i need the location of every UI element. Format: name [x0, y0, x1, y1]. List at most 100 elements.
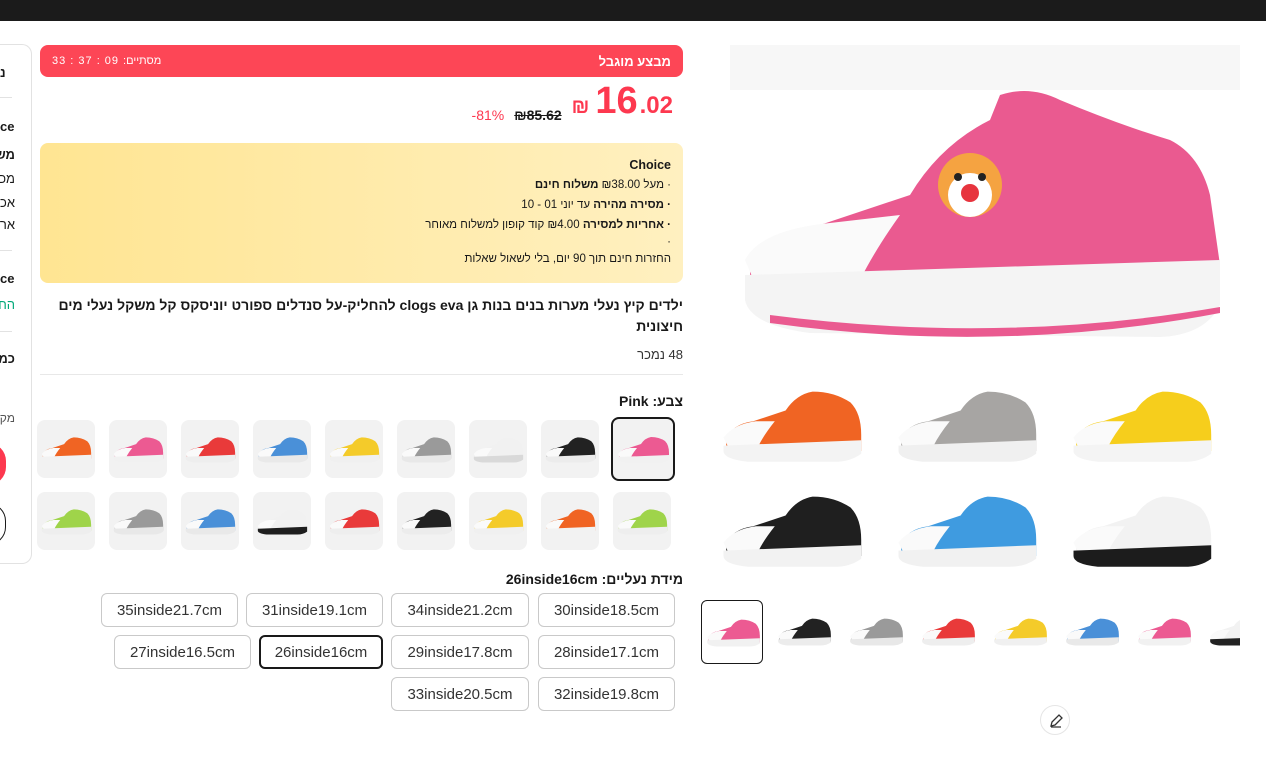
price-row: ₪ 16 .02 ₪85.62 -81%	[40, 77, 683, 137]
side-divider	[0, 250, 12, 251]
gallery-thumbnail[interactable]	[845, 600, 907, 664]
gallery-shoe	[1073, 496, 1212, 567]
size-option[interactable]: 31inside19.1cm	[246, 593, 383, 627]
benefit-text: · מעל ₪38.00	[598, 179, 671, 191]
side-text: אכ	[0, 195, 15, 210]
side-text: מכ	[0, 171, 15, 186]
deal-ends-label: מסתיים:	[123, 55, 162, 67]
gallery-shoe	[723, 391, 862, 462]
size-option[interactable]: 26inside16cm	[259, 635, 383, 669]
size-option[interactable]: 35inside21.7cm	[101, 593, 238, 627]
color-value: Pink	[619, 393, 649, 409]
product-title: ילדים קיץ נעלי מערות בנים בנות גן clogs …	[58, 297, 683, 334]
benefit-free-shipping: · מעל ₪38.00 משלוח חינם	[52, 175, 671, 195]
color-swatch-red2[interactable]	[325, 492, 383, 550]
product-info: מבצע מוגבל מסתיים: 33 : 37 : 09 ₪ 16 .02…	[37, 45, 683, 723]
original-price: ₪85.62	[514, 107, 562, 123]
sold-count: 48 נמכר	[637, 347, 683, 362]
choice-title: Choice	[629, 158, 671, 172]
price-decimal: .02	[639, 92, 673, 119]
gallery-shoe	[898, 496, 1037, 567]
color-swatch-orange[interactable]	[37, 420, 95, 478]
color-swatch-yellow[interactable]	[325, 420, 383, 478]
benefit-delivery-guarantee: · אחריות למסירה ₪4.00 קוד קופון למשלוח מ…	[52, 215, 671, 235]
color-swatch-grey[interactable]	[397, 420, 455, 478]
color-swatch-blue[interactable]	[253, 420, 311, 478]
size-option[interactable]: 33inside20.5cm	[391, 677, 529, 711]
deal-title: מבצע מוגבל	[598, 53, 671, 69]
deal-timer: מסתיים: 33 : 37 : 09	[52, 55, 161, 67]
color-swatch-lime2[interactable]	[37, 492, 95, 550]
thumbnail-strip	[700, 600, 1240, 666]
limited-deal-bar: מבצע מוגבל מסתיים: 33 : 37 : 09	[40, 45, 683, 77]
benefit-fast-delivery: · מסירה מהירה עד יוני 01 - 10	[52, 195, 671, 215]
gallery-thumbnail[interactable]	[917, 600, 979, 664]
hero-shoe	[745, 91, 1220, 337]
cart-side-panel: נ ce מש מכ אכ אר ce הח כמ מק	[0, 44, 32, 564]
size-option[interactable]: 29inside17.8cm	[391, 635, 529, 669]
benefit-bold: · אחריות למסירה	[582, 219, 671, 231]
side-text: הח	[0, 297, 15, 312]
gallery-thumbnail[interactable]	[701, 600, 763, 664]
color-swatch-yellow2[interactable]	[469, 492, 527, 550]
color-swatch-white[interactable]	[469, 420, 527, 478]
color-label: צבע: Pink	[40, 393, 683, 409]
benefit-text: עד יוני 01 - 10	[521, 199, 594, 211]
benefit-text: ₪4.00 קוד קופון למשלוח מאוחר	[425, 219, 583, 231]
gallery-thumbnail[interactable]	[989, 600, 1051, 664]
benefit-bold: משלוח חינם	[534, 179, 599, 191]
size-value: 26inside16cm	[505, 571, 598, 587]
color-swatch-pink[interactable]	[611, 417, 675, 481]
price-integer: 16	[595, 80, 638, 122]
size-label-text: מידת נעליים:	[601, 571, 683, 587]
side-text: ce	[0, 119, 15, 134]
main-product-image	[723, 45, 1240, 567]
gallery-thumbnail[interactable]	[1061, 600, 1123, 664]
discount-badge: -81%	[471, 107, 505, 123]
benefit-bold: · מסירה מהירה	[593, 199, 671, 211]
side-divider	[0, 97, 12, 98]
gallery-thumbnail[interactable]	[1205, 600, 1240, 664]
side-text: נ	[0, 65, 6, 80]
edit-icon[interactable]	[1040, 705, 1070, 735]
choice-benefits[interactable]: Choice · מעל ₪38.00 משלוח חינם · מסירה מ…	[40, 143, 683, 283]
color-swatch-orange2[interactable]	[541, 492, 599, 550]
currency-symbol: ₪	[571, 96, 590, 118]
size-option[interactable]: 30inside18.5cm	[538, 593, 675, 627]
color-swatch-red[interactable]	[181, 420, 239, 478]
buy-now-button[interactable]	[0, 443, 6, 485]
product-gallery[interactable]	[700, 45, 1240, 580]
size-option[interactable]: 32inside19.8cm	[538, 677, 675, 711]
divider	[40, 374, 683, 375]
gallery-thumbnail[interactable]	[773, 600, 835, 664]
color-swatch-grey2[interactable]	[109, 492, 167, 550]
top-bar	[0, 0, 1266, 21]
color-swatch-black[interactable]	[541, 420, 599, 478]
benefit-free-returns: החזרות חינם תוך 90 יום, בלי לשאול שאלות	[464, 253, 671, 265]
size-option[interactable]: 27inside16.5cm	[114, 635, 251, 669]
size-label: מידת נעליים: 26inside16cm	[40, 571, 683, 587]
color-swatch-white-black[interactable]	[253, 492, 311, 550]
size-option[interactable]: 34inside21.2cm	[391, 593, 529, 627]
countdown: 33 : 37 : 09	[52, 55, 120, 67]
color-swatches	[37, 417, 683, 557]
benefit-bullet: ·	[667, 236, 671, 248]
color-swatch-lime[interactable]	[613, 492, 671, 550]
gallery-shoe	[1073, 391, 1212, 462]
current-price: ₪ 16 .02	[572, 80, 673, 123]
side-text: כמ	[0, 351, 15, 366]
add-to-cart-button[interactable]	[0, 503, 6, 545]
size-option[interactable]: 28inside17.1cm	[538, 635, 675, 669]
gallery-thumbnail[interactable]	[1133, 600, 1195, 664]
color-swatch-black2[interactable]	[397, 492, 455, 550]
gallery-color-grid	[723, 391, 1212, 567]
gallery-shoe	[898, 391, 1037, 462]
color-label-text: צבע:	[652, 393, 683, 409]
gallery-shoe	[723, 496, 862, 567]
side-text: מש	[0, 147, 15, 162]
side-text: ce	[0, 271, 15, 286]
side-text: מק	[0, 411, 15, 425]
color-swatch-pink2[interactable]	[109, 420, 167, 478]
color-swatch-blue2[interactable]	[181, 492, 239, 550]
size-options: 30inside18.5cm 34inside21.2cm 31inside19.1…	[40, 593, 683, 723]
